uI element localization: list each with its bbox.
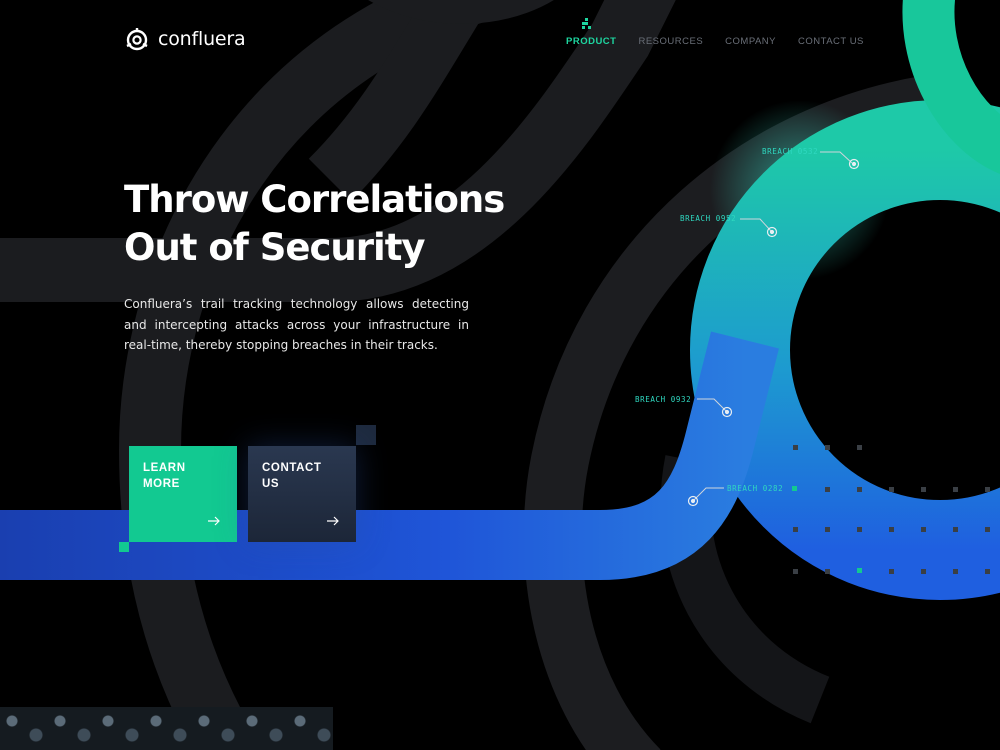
- learn-more-button[interactable]: LEARN MORE: [129, 446, 237, 542]
- confluera-logo-icon: [126, 28, 148, 51]
- contact-us-label: CONTACT US: [262, 462, 322, 490]
- bottom-image-strip: [0, 707, 333, 750]
- learn-more-label: LEARN MORE: [143, 462, 186, 490]
- arrow-right-icon: [327, 516, 339, 526]
- gray-track-top: [368, 0, 554, 24]
- nav-item-company[interactable]: COMPANY: [725, 36, 776, 47]
- contact-us-button[interactable]: CONTACT US: [248, 446, 356, 542]
- hero-title: Throw Correlations Out of Security: [124, 176, 544, 272]
- breach-label-0952: BREACH 0952: [680, 214, 737, 223]
- brand-logo[interactable]: confluera: [124, 26, 246, 52]
- breach-label-0282: BREACH 0282: [727, 484, 784, 493]
- dot-accent-2: [857, 568, 862, 573]
- hero-description: Confluera’s trail tracking technology al…: [124, 297, 469, 352]
- brand-name: confluera: [158, 28, 246, 50]
- breach-label-0932: BREACH 0932: [635, 395, 692, 404]
- background-artwork: [0, 0, 1000, 750]
- arrow-right-icon: [208, 516, 220, 526]
- dot-accent-1: [792, 486, 797, 491]
- nav-item-resources[interactable]: RESOURCES: [638, 36, 703, 47]
- landing-page: confluera PRODUCT RESOURCES COMPANY CONT…: [0, 0, 1000, 750]
- nav-label-product: PRODUCT: [566, 36, 617, 47]
- nav-item-contact-us[interactable]: CONTACT US: [798, 36, 864, 47]
- deco-square-green: [119, 542, 129, 552]
- hero-title-line1: Throw Correlations: [124, 178, 505, 221]
- gray-track-left-arc: [118, 0, 528, 750]
- ring-center: [878, 288, 1000, 412]
- main-nav: PRODUCT RESOURCES COMPANY CONTACT US: [566, 18, 886, 47]
- breach-label-0532: BREACH 0532: [762, 147, 819, 156]
- nav-item-product[interactable]: PRODUCT: [566, 18, 617, 47]
- product-indicator-icon: [582, 18, 591, 29]
- deco-square-top: [356, 425, 376, 445]
- hero-title-line2: Out of Security: [124, 226, 426, 269]
